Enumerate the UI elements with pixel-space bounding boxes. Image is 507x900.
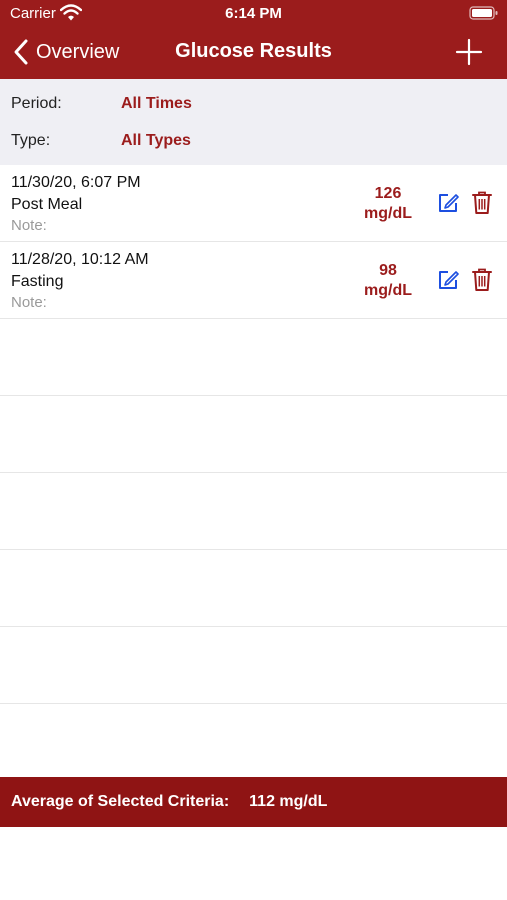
result-row[interactable]: 11/28/20, 10:12 AM Fasting Note: 98 mg/d… (0, 242, 507, 319)
average-label: Average of Selected Criteria: (11, 793, 230, 810)
result-date: 11/30/20, 6:07 PM (11, 174, 141, 191)
edit-icon[interactable] (437, 192, 459, 214)
period-label: Period: (11, 95, 62, 112)
empty-row (0, 627, 507, 704)
empty-row (0, 473, 507, 550)
summary-bar: Average of Selected Criteria: 112 mg/dL (0, 777, 507, 827)
status-bar: Carrier 6:14 PM (0, 0, 507, 28)
trash-icon[interactable] (472, 267, 492, 292)
average-value: 112 mg/dL (249, 793, 328, 810)
result-type: Fasting (11, 273, 64, 290)
empty-row (0, 319, 507, 396)
type-value[interactable]: All Types (121, 132, 191, 150)
status-time: 6:14 PM (225, 5, 282, 22)
filter-panel: Period: All Times Type: All Types (0, 79, 507, 165)
result-value-unit: mg/dL (364, 282, 412, 299)
result-note: Note: (11, 217, 47, 234)
empty-row (0, 704, 507, 781)
trash-icon[interactable] (472, 190, 492, 215)
result-value: 98 mg/dL (350, 261, 426, 301)
result-value-number: 98 (379, 262, 397, 279)
empty-row (0, 396, 507, 473)
empty-row (0, 550, 507, 627)
type-label: Type: (11, 132, 51, 149)
period-filter-row[interactable]: Period: All Times (11, 92, 192, 116)
result-note: Note: (11, 294, 47, 311)
result-value: 126 mg/dL (350, 184, 426, 224)
edit-icon[interactable] (437, 269, 459, 291)
navigation-bar: Carrier 6:14 PM Overview Glucose Results (0, 0, 507, 79)
result-value-unit: mg/dL (364, 205, 412, 222)
add-result-button[interactable] (455, 38, 483, 66)
battery-icon (469, 6, 498, 20)
result-type: Post Meal (11, 196, 83, 213)
result-row[interactable]: 11/30/20, 6:07 PM Post Meal Note: 126 mg… (0, 165, 507, 242)
result-date: 11/28/20, 10:12 AM (11, 251, 149, 268)
type-filter-row[interactable]: Type: All Types (11, 129, 191, 153)
result-value-number: 126 (374, 185, 402, 202)
period-value[interactable]: All Times (121, 95, 192, 113)
page-title: Glucose Results (175, 40, 332, 62)
